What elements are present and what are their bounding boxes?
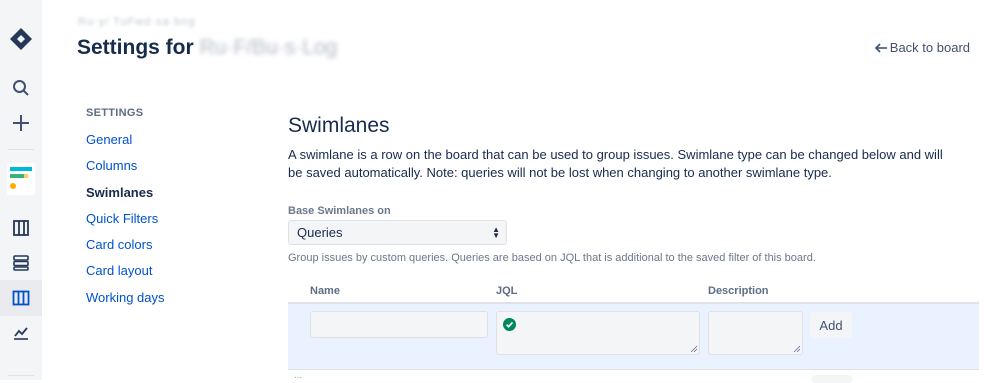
nav-item-working-days[interactable]: Working days [86,289,165,315]
page-title-project: Ru·F/Bu·s·Log [199,36,338,59]
section-title: Swimlanes [288,114,390,137]
back-to-board-label: Back to board [889,40,970,55]
column-header-description: Description [708,285,769,297]
select-arrows-icon: ▲ ▼ [492,224,500,240]
back-to-board-link[interactable]: Back to board [874,40,970,55]
swimlanes-section: Swimlanes A swimlane is a row on the boa… [288,114,978,182]
project-avatar-icon[interactable] [0,162,42,196]
nav-item-columns[interactable]: Columns [86,157,165,183]
releases-icon[interactable] [0,253,42,273]
resize-grip-icon[interactable] [690,345,697,352]
nav-item-general[interactable]: General [86,131,165,157]
next-row-drag-handle[interactable]: ... [294,370,302,381]
new-swimlane-row: Add [288,304,979,370]
nav-item-quick-filters[interactable]: Quick Filters [86,210,165,236]
arrow-left-icon [874,42,887,53]
resize-grip-icon[interactable] [793,345,800,352]
swimlanes-help-text: Group issues by custom queries. Queries … [288,252,816,264]
column-header-jql: JQL [496,285,518,297]
page-title-prefix: Settings for [77,36,194,59]
plus-icon[interactable] [0,113,42,133]
base-swimlanes-label: Base Swimlanes on [288,205,391,217]
page-title: Settings for Ru·F/Bu·s·Log [77,36,337,60]
backlog-icon[interactable] [0,218,42,238]
settings-nav: SETTINGS General Columns Swimlanes Quick… [86,107,165,315]
sidebar-divider [8,149,34,150]
global-sidebar [0,0,42,380]
check-circle-icon [503,318,516,331]
swimlane-description-input[interactable] [708,311,803,355]
section-description: A swimlane is a row on the board that ca… [288,147,943,180]
column-header-name: Name [310,285,340,297]
nav-item-swimlanes[interactable]: Swimlanes [86,184,165,210]
base-swimlanes-value: Queries [297,225,343,240]
sidebar-divider-bottom [8,375,34,376]
next-row-button[interactable] [812,375,852,383]
reports-icon[interactable] [0,323,42,343]
swimlanes-table-header: Name JQL Description [288,280,979,304]
settings-nav-heading: SETTINGS [86,107,144,119]
search-icon[interactable] [0,78,42,98]
breadcrumb[interactable]: Ru·y/ TuFwd·sa·bng [78,16,196,28]
nav-item-card-layout[interactable]: Card layout [86,262,165,288]
nav-item-card-colors[interactable]: Card colors [86,236,165,262]
swimlane-jql-input[interactable] [496,311,700,355]
board-icon[interactable] [0,288,42,308]
swimlane-name-input[interactable] [310,311,488,338]
jira-logo-icon[interactable] [0,26,42,52]
add-swimlane-button[interactable]: Add [810,312,852,338]
base-swimlanes-select[interactable]: Queries ▲ ▼ [288,220,507,245]
